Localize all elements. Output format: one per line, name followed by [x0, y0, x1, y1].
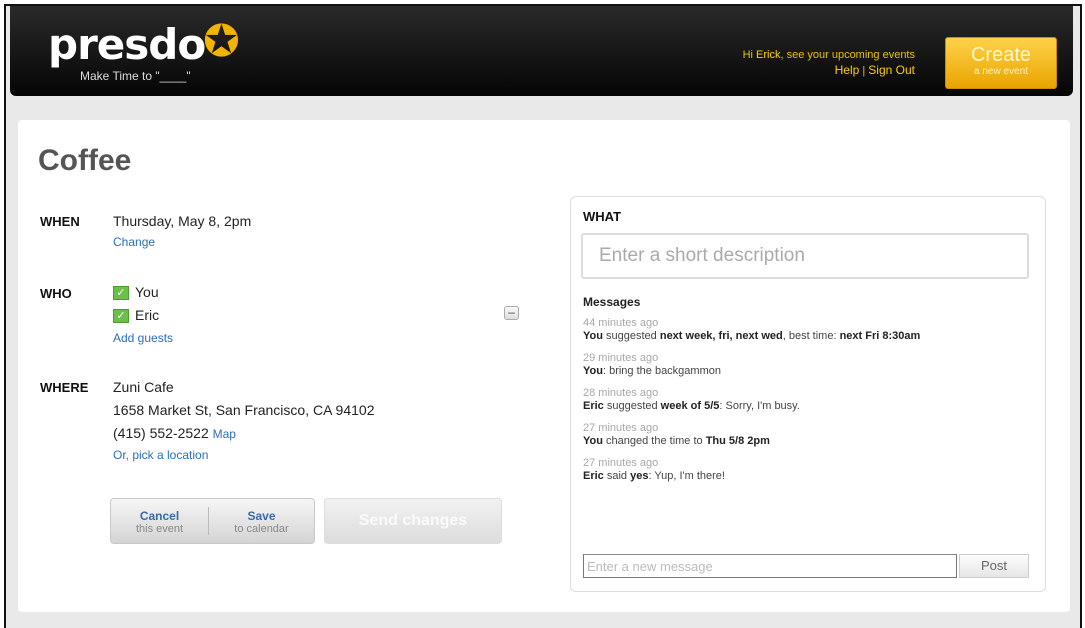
when-value: Thursday, May 8, 2pm [113, 213, 252, 229]
message-item: 27 minutes ago You changed the time to Th… [583, 422, 1023, 448]
save-sublabel: to calendar [234, 523, 289, 535]
messages-label: Messages [583, 295, 641, 309]
message-body: Eric suggested week of 5/5: Sorry, I'm b… [583, 400, 800, 412]
message-timestamp: 27 minutes ago [583, 422, 659, 434]
message-list: 44 minutes ago You suggested next week, f… [583, 317, 1023, 492]
guest-item[interactable]: ✓ You [113, 284, 159, 301]
who-label: WHO [40, 286, 72, 301]
save-label: Save [247, 509, 276, 523]
message-item: 28 minutes ago Eric suggested week of 5/5… [583, 387, 1023, 413]
cancel-event-button[interactable]: Cancel this event [111, 499, 208, 543]
description-input[interactable] [581, 233, 1029, 279]
cancel-sublabel: this event [135, 523, 184, 535]
tagline: Make Time to "____" [80, 69, 191, 83]
message-body: You: bring the backgammon [583, 365, 721, 377]
greeting-suffix: , see your upcoming events [780, 49, 915, 61]
event-action-group: Cancel this event Save to calendar [110, 498, 315, 544]
create-event-button[interactable]: Create a new event [945, 37, 1057, 89]
guest-name: You [135, 284, 159, 300]
when-label: WHEN [40, 214, 80, 229]
what-label: WHAT [583, 209, 622, 224]
message-timestamp: 44 minutes ago [583, 317, 659, 329]
message-timestamp: 27 minutes ago [583, 457, 659, 469]
guest-name: Eric [135, 307, 160, 323]
user-name-link[interactable]: Erick [756, 49, 780, 61]
new-message-input[interactable] [583, 554, 957, 578]
send-changes-button[interactable]: Send changes [324, 498, 502, 544]
message-body: Eric said yes: Yup, I'm there! [583, 470, 725, 482]
presdo-logo[interactable]: presdo [48, 24, 206, 66]
place-phone-row: (415) 552-2522 Map [113, 425, 236, 441]
greeting-prefix: Hi [742, 49, 757, 61]
create-button-label: Create [970, 44, 1032, 66]
post-button[interactable]: Post [959, 554, 1029, 578]
place-name: Zuni Cafe [113, 379, 174, 395]
link-separator: | [859, 65, 869, 77]
create-button-sublabel: a new event [974, 66, 1028, 77]
star-logo-icon: ✪ [203, 17, 240, 66]
what-panel: WHAT Messages 44 minutes agoYou suggeste… [570, 196, 1046, 592]
message-timestamp: 29 minutes ago [583, 352, 659, 364]
message-item: 44 minutes ago You suggested next week, f… [583, 317, 1023, 343]
guest-item[interactable]: ✓ Eric [113, 307, 160, 324]
greeting: Hi Erick, see your upcoming events Help … [743, 48, 915, 79]
event-card: Coffee WHEN Thursday, May 8, 2pm Change … [18, 120, 1070, 612]
header-bar: presdo ✪ Make Time to "____" Hi Erick, s… [10, 6, 1073, 96]
save-to-calendar-button[interactable]: Save to calendar [209, 499, 314, 543]
message-item: 27 minutes ago Eric said yes: Yup, I'm th… [583, 457, 1023, 483]
page-title: Coffee [38, 144, 132, 177]
sign-out-link[interactable]: Sign Out [868, 63, 915, 77]
map-link[interactable]: Map [213, 427, 236, 441]
remove-guest-button[interactable]: – [504, 306, 519, 320]
place-address: 1658 Market St, San Francisco, CA 94102 [113, 402, 375, 418]
cancel-label: Cancel [139, 509, 180, 523]
help-link[interactable]: Help [835, 63, 860, 77]
change-time-link[interactable]: Change [113, 235, 155, 249]
message-body: You changed the time to Thu 5/8 2pm [583, 435, 770, 447]
checkbox-checked-icon[interactable]: ✓ [113, 286, 129, 301]
pick-location-link[interactable]: Or, pick a location [113, 448, 208, 462]
place-phone: (415) 552-2522 [113, 425, 209, 441]
message-timestamp: 28 minutes ago [583, 387, 659, 399]
add-guests-link[interactable]: Add guests [113, 331, 173, 345]
message-body: You suggested next week, fri, next wed, … [583, 330, 921, 342]
where-label: WHERE [40, 380, 89, 395]
message-item: 29 minutes ago You: bring the backgammon [583, 352, 1023, 378]
checkbox-checked-icon[interactable]: ✓ [113, 309, 129, 324]
